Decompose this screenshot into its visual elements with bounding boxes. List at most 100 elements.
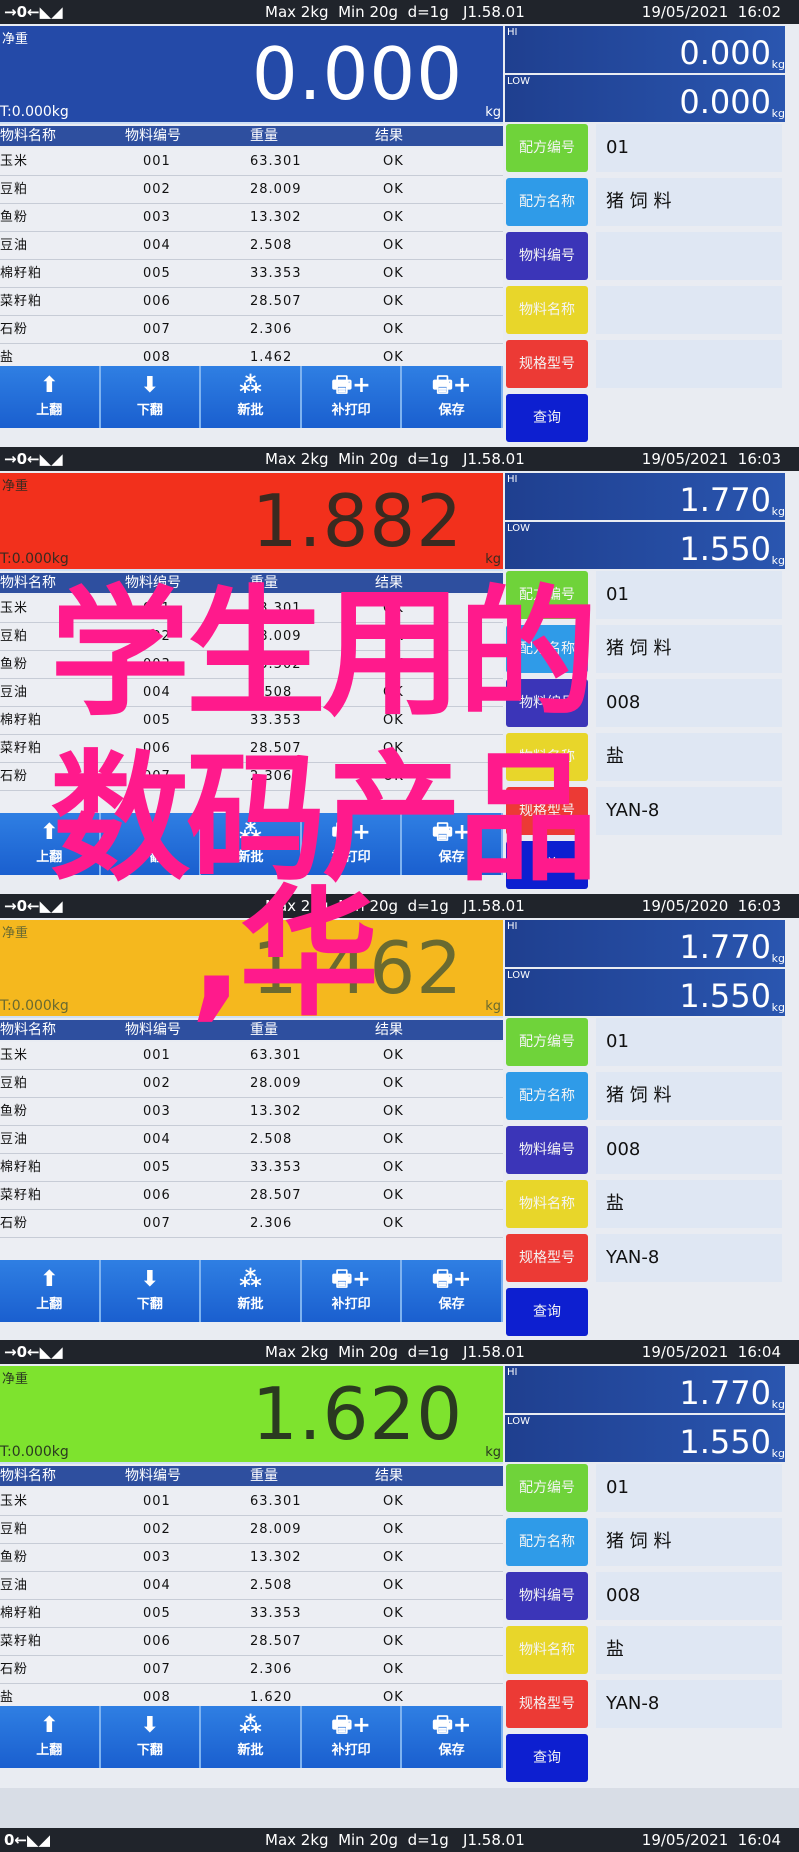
side-button[interactable]: 配方名称 [506, 178, 588, 226]
side-button[interactable]: 物料名称 [506, 286, 588, 334]
status-icons: →0←◣◢ [4, 3, 63, 21]
arrow-down-icon: ⬇ [140, 1713, 160, 1738]
table-cell: 13.302 [250, 1550, 302, 1565]
side-button[interactable]: 配方名称 [506, 1072, 588, 1120]
toolbar-button-printer-plus[interactable]: 🖶+ 保存 [402, 813, 503, 875]
table-row[interactable]: 菜籽粕 006 28.507 OK [0, 1628, 503, 1656]
table-row[interactable]: 玉米 001 63.301 OK [0, 1042, 503, 1070]
table-cell: 菜籽粕 [0, 294, 43, 309]
side-button[interactable]: 物料编号 [506, 1126, 588, 1174]
side-button[interactable]: 物料编号 [506, 232, 588, 280]
toolbar-button-arrow-down[interactable]: ⬇ 下翻 [100, 1706, 202, 1768]
table-row[interactable]: 豆油 004 2.508 OK [0, 232, 503, 260]
side-button[interactable]: 物料名称 [506, 733, 588, 781]
toolbar-button-printer-plus[interactable]: 🖶+ 补打印 [301, 366, 403, 428]
hi-limit-box: HI 1.770 kg [505, 473, 785, 520]
side-button[interactable]: 配方编号 [506, 124, 588, 172]
toolbar-button-printer-plus[interactable]: 🖶+ 保存 [402, 366, 503, 428]
table-row[interactable]: 豆粕 002 28.009 OK [0, 1070, 503, 1098]
side-button[interactable]: 规格型号 [506, 787, 588, 835]
toolbar-button-printer-plus[interactable]: 🖶+ 补打印 [301, 813, 403, 875]
table-row[interactable]: 石粉 007 2.306 OK [0, 316, 503, 344]
side-button[interactable]: 规格型号 [506, 340, 588, 388]
table-row[interactable]: 棉籽粕 005 33.353 OK [0, 707, 503, 735]
table-row[interactable]: 棉籽粕 005 33.353 OK [0, 1600, 503, 1628]
toolbar-button-batch-pyramid[interactable]: ⁂ 新批 [201, 1706, 302, 1768]
table-row[interactable]: 石粉 007 2.306 OK [0, 1210, 503, 1238]
table-cell: 石粉 [0, 322, 29, 337]
toolbar-button-printer-plus[interactable]: 🖶+ 补打印 [301, 1260, 403, 1322]
table-row[interactable]: 石粉 007 2.306 OK [0, 763, 503, 791]
toolbar-button-label: 新批 [237, 1743, 264, 1758]
side-button[interactable]: 查询 [506, 1734, 588, 1782]
side-button[interactable]: 配方编号 [506, 571, 588, 619]
table-row[interactable]: 石粉 007 2.306 OK [0, 1656, 503, 1684]
side-button[interactable]: 物料名称 [506, 1626, 588, 1674]
toolbar-button-batch-pyramid[interactable]: ⁂ 新批 [201, 1260, 302, 1322]
table-cell: 13.302 [250, 1104, 302, 1119]
scale-panel: →0←◣◢ Max 2kg Min 20g d=1g J1.58.01 19/05/… [0, 1340, 799, 1788]
table-row[interactable]: 玉米 001 63.301 OK [0, 148, 503, 176]
side-button[interactable]: 规格型号 [506, 1680, 588, 1728]
toolbar-button-arrow-down[interactable]: ⬇ 下翻 [100, 813, 202, 875]
side-button[interactable]: 配方编号 [506, 1464, 588, 1512]
table-cell: 石粉 [0, 769, 29, 784]
table-cell: 2.306 [250, 1662, 293, 1677]
toolbar-button-arrow-up[interactable]: ⬆ 上翻 [0, 813, 101, 875]
toolbar-button-printer-plus[interactable]: 🖶+ 保存 [402, 1706, 503, 1768]
table-row[interactable]: 玉米 001 63.301 OK [0, 595, 503, 623]
table-header: 物料名称 物料编号 重量 结果 [0, 1466, 503, 1486]
table-row[interactable]: 菜籽粕 006 28.507 OK [0, 288, 503, 316]
table-row[interactable]: 棉籽粕 005 33.353 OK [0, 1154, 503, 1182]
table-cell: 33.353 [250, 1606, 302, 1621]
table-cell: 玉米 [0, 601, 29, 616]
toolbar-button-arrow-up[interactable]: ⬆ 上翻 [0, 1260, 101, 1322]
side-value [596, 232, 782, 280]
table-row[interactable]: 菜籽粕 006 28.507 OK [0, 1182, 503, 1210]
toolbar-button-printer-plus[interactable]: 🖶+ 补打印 [301, 1706, 403, 1768]
side-button[interactable]: 物料名称 [506, 1180, 588, 1228]
table-row[interactable]: 豆粕 002 28.009 OK [0, 623, 503, 651]
side-button[interactable]: 配方名称 [506, 1518, 588, 1566]
materials-table: 玉米 001 63.301 OK 豆粕 002 28.009 OK 鱼粉 003 13.302 OK 豆… [0, 595, 503, 819]
toolbar-button-arrow-up[interactable]: ⬆ 上翻 [0, 366, 101, 428]
table-row[interactable]: 鱼粉 003 13.302 OK [0, 651, 503, 679]
table-row[interactable]: 豆粕 002 28.009 OK [0, 1516, 503, 1544]
side-button[interactable]: 物料编号 [506, 1572, 588, 1620]
toolbar-button-arrow-down[interactable]: ⬇ 下翻 [100, 366, 202, 428]
toolbar-button-label: 上翻 [36, 1743, 63, 1758]
toolbar-button-printer-plus[interactable]: 🖶+ 保存 [402, 1260, 503, 1322]
side-button[interactable]: 物料编号 [506, 679, 588, 727]
table-row[interactable]: 豆粕 002 28.009 OK [0, 176, 503, 204]
table-row[interactable]: 菜籽粕 006 28.507 OK [0, 735, 503, 763]
side-value: 01 [596, 1464, 782, 1512]
materials-table: 玉米 001 63.301 OK 豆粕 002 28.009 OK 鱼粉 003 13.302 OK 豆… [0, 1042, 503, 1266]
side-button[interactable]: 查询 [506, 394, 588, 442]
status-bar: →0←◣◢ Max 2kg Min 20g d=1g J1.58.01 19/05/… [0, 1340, 799, 1364]
side-value: 猪 饲 料 [596, 1072, 782, 1120]
side-value: 猪 饲 料 [596, 625, 782, 673]
hi-label: HI [507, 1367, 518, 1378]
table-row[interactable]: 鱼粉 003 13.302 OK [0, 1098, 503, 1126]
side-button[interactable]: 查询 [506, 841, 588, 889]
net-weight-label: 净重 [2, 926, 29, 941]
toolbar-button-arrow-down[interactable]: ⬇ 下翻 [100, 1260, 202, 1322]
printer-plus-icon: 🖶+ [331, 373, 371, 398]
table-row[interactable]: 豆油 004 2.508 OK [0, 679, 503, 707]
table-row[interactable]: 棉籽粕 005 33.353 OK [0, 260, 503, 288]
side-button[interactable]: 配方编号 [506, 1018, 588, 1066]
table-cell: 2.306 [250, 1216, 293, 1231]
table-row[interactable]: 鱼粉 003 13.302 OK [0, 204, 503, 232]
table-row[interactable]: 玉米 001 63.301 OK [0, 1488, 503, 1516]
side-button[interactable]: 规格型号 [506, 1234, 588, 1282]
toolbar-button-batch-pyramid[interactable]: ⁂ 新批 [201, 366, 302, 428]
toolbar-button-arrow-up[interactable]: ⬆ 上翻 [0, 1706, 101, 1768]
side-button[interactable]: 配方名称 [506, 625, 588, 673]
table-row[interactable]: 豆油 004 2.508 OK [0, 1572, 503, 1600]
toolbar-button-batch-pyramid[interactable]: ⁂ 新批 [201, 813, 302, 875]
table-row[interactable]: 豆油 004 2.508 OK [0, 1126, 503, 1154]
low-unit: kg [771, 107, 785, 120]
side-button[interactable]: 查询 [506, 1288, 588, 1336]
table-row[interactable]: 鱼粉 003 13.302 OK [0, 1544, 503, 1572]
weight-unit: kg [485, 105, 501, 120]
